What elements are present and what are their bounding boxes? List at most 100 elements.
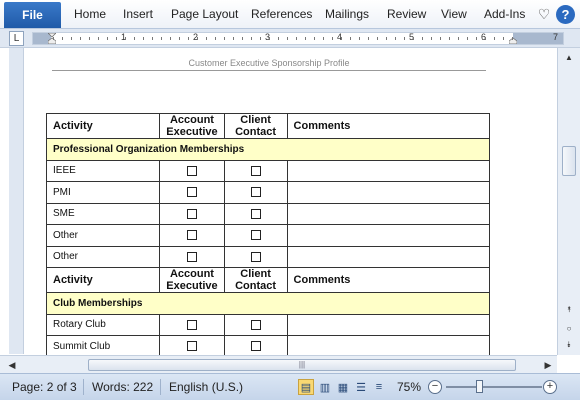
file-tab[interactable]: File: [4, 2, 61, 28]
checkbox[interactable]: [250, 251, 261, 262]
table-row: Summit Club: [45, 335, 491, 355]
header-account-executive: Account Executive: [159, 267, 225, 293]
ruler-tick: [62, 37, 63, 40]
comments-cell[interactable]: [286, 245, 491, 268]
ruler-tick: [116, 37, 117, 40]
tab-page-layout[interactable]: Page Layout: [171, 7, 238, 21]
checkbox[interactable]: [186, 251, 197, 262]
activity-cell[interactable]: IEEE: [45, 159, 161, 182]
activity-cell[interactable]: Other: [45, 224, 161, 247]
ruler-tick: [125, 37, 126, 40]
tab-add-ins[interactable]: Add-Ins: [484, 7, 525, 21]
header-comments: Comments: [286, 267, 491, 293]
header-account-executive: Account Executive: [159, 113, 225, 139]
header-comments: Comments: [286, 113, 491, 139]
horizontal-scrollbar[interactable]: ◀ ||| ▶: [0, 355, 557, 373]
ruler-tick: [359, 37, 360, 40]
next-page-icon[interactable]: ⯯: [563, 339, 575, 351]
document-page[interactable]: Customer Executive Sponsorship Profile A…: [24, 48, 557, 355]
zoom-out-icon[interactable]: −: [428, 380, 442, 394]
ruler-tick: [134, 37, 135, 40]
tab-home[interactable]: Home: [74, 7, 106, 21]
table-row: Other: [45, 224, 491, 247]
outline-view-icon[interactable]: ☰: [353, 379, 369, 395]
section-row: Professional Organization Memberships: [46, 138, 490, 161]
tab-stop-selector[interactable]: L: [9, 31, 24, 46]
tab-insert[interactable]: Insert: [123, 7, 153, 21]
draft-view-icon[interactable]: ≡: [371, 379, 387, 395]
ruler-tick: [53, 37, 54, 40]
zoom-slider-track[interactable]: [446, 386, 542, 388]
heart-icon[interactable]: ♡: [534, 4, 554, 24]
tab-view[interactable]: View: [441, 7, 467, 21]
checkbox[interactable]: [186, 187, 197, 198]
scroll-right-icon[interactable]: ▶: [542, 359, 554, 371]
ruler-tick: [305, 37, 306, 40]
checkbox[interactable]: [250, 341, 261, 352]
page-count[interactable]: Page: 2 of 3: [12, 380, 77, 394]
checkbox[interactable]: [250, 187, 261, 198]
comments-cell[interactable]: [286, 313, 491, 336]
left-indent-marker[interactable]: [48, 33, 56, 44]
ruler-tick: [188, 37, 189, 40]
browse-object-icon[interactable]: ○: [563, 322, 575, 334]
status-separator: [83, 379, 84, 395]
checkbox[interactable]: [186, 208, 197, 219]
horizontal-scroll-thumb[interactable]: |||: [88, 359, 516, 371]
activity-cell[interactable]: PMI: [45, 181, 161, 204]
right-indent-marker[interactable]: [509, 33, 517, 44]
checkbox[interactable]: [186, 230, 197, 241]
activity-cell[interactable]: Summit Club: [45, 335, 161, 355]
checkbox[interactable]: [186, 341, 197, 352]
web-layout-icon[interactable]: ▦: [335, 379, 351, 395]
ruler-tick: [170, 37, 171, 40]
scroll-up-icon[interactable]: ▲: [563, 51, 575, 63]
checkbox[interactable]: [250, 165, 261, 176]
zoom-level[interactable]: 75%: [397, 380, 421, 394]
ruler-tick: [71, 37, 72, 40]
ruler-tick: [323, 37, 324, 40]
checkbox[interactable]: [250, 230, 261, 241]
checkbox[interactable]: [186, 319, 197, 330]
table-row: SME: [45, 202, 491, 225]
tab-review[interactable]: Review: [387, 7, 426, 21]
checkbox[interactable]: [250, 319, 261, 330]
ruler-tick: [377, 37, 378, 40]
ruler-tick: [206, 37, 207, 40]
zoom-slider-thumb[interactable]: [476, 380, 483, 393]
header-client-contact: Client Contact: [223, 113, 288, 139]
comments-cell[interactable]: [286, 224, 491, 247]
zoom-in-icon[interactable]: +: [543, 380, 557, 394]
vertical-scroll-thumb[interactable]: [562, 146, 576, 176]
activity-cell[interactable]: SME: [45, 202, 161, 225]
vertical-scrollbar[interactable]: ▲ ⯭ ○ ⯯: [557, 48, 580, 355]
ruler-tick: [350, 37, 351, 40]
scroll-left-icon[interactable]: ◀: [6, 359, 18, 371]
tab-references[interactable]: References: [251, 7, 312, 21]
full-screen-reading-icon[interactable]: ▥: [317, 379, 333, 395]
comments-cell[interactable]: [286, 202, 491, 225]
ruler-tick: [161, 37, 162, 40]
word-count[interactable]: Words: 222: [92, 380, 153, 394]
header-client-contact: Client Contact: [223, 267, 288, 293]
section-title: Professional Organization Memberships: [46, 138, 490, 161]
print-layout-icon[interactable]: ▤: [298, 379, 314, 395]
language-indicator[interactable]: English (U.S.): [169, 380, 243, 394]
comments-cell[interactable]: [286, 181, 491, 204]
ruler-tick: [215, 37, 216, 40]
ruler-tick: [404, 37, 405, 40]
activity-cell[interactable]: Other: [45, 245, 161, 268]
help-icon[interactable]: ?: [556, 5, 575, 24]
comments-cell[interactable]: [286, 335, 491, 355]
vertical-ruler[interactable]: [9, 48, 24, 354]
previous-page-icon[interactable]: ⯭: [563, 304, 575, 316]
checkbox[interactable]: [250, 208, 261, 219]
activity-cell[interactable]: Rotary Club: [45, 313, 161, 336]
table-header-row: Activity Account Executive Client Contac…: [45, 267, 491, 293]
checkbox[interactable]: [186, 165, 197, 176]
ruler-tick: [368, 37, 369, 40]
horizontal-ruler[interactable]: 1 2 3 4 5 6 7: [32, 32, 564, 45]
comments-cell[interactable]: [286, 159, 491, 182]
ruler-tick: [395, 37, 396, 40]
tab-mailings[interactable]: Mailings: [325, 7, 369, 21]
